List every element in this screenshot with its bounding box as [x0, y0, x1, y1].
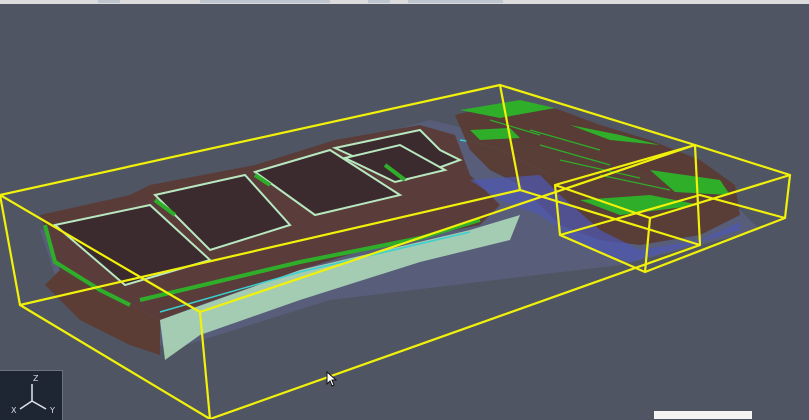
toolbar-tab[interactable] [200, 0, 330, 3]
orientation-axis-widget: Z X Y [0, 370, 63, 420]
3d-viewport[interactable] [0, 4, 809, 419]
bbox-edge [783, 174, 792, 219]
toolbar-tab[interactable] [368, 0, 390, 3]
mouse-pointer-icon [326, 370, 338, 391]
axis-y-label: Y [50, 406, 55, 415]
toolbar-tab[interactable] [98, 0, 120, 3]
toolbar-tab[interactable] [408, 0, 503, 3]
axis-z-label: Z [33, 374, 39, 383]
bbox-edge [0, 194, 22, 306]
status-bar [654, 411, 752, 419]
axis-x-label: X [11, 406, 17, 415]
